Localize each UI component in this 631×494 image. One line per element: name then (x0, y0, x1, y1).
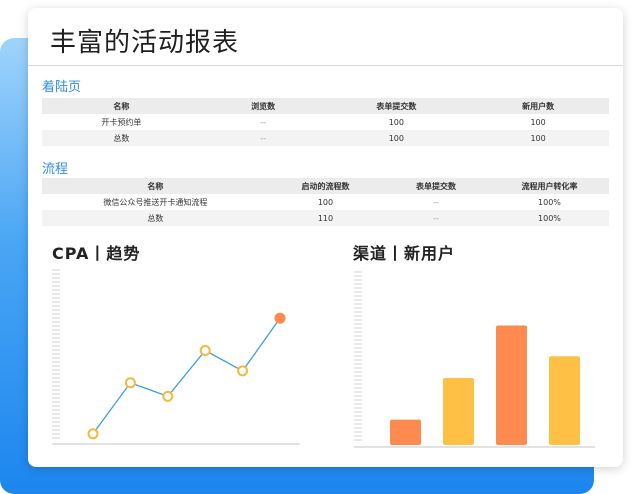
flow-table: 名称 启动的流程数 表单提交数 流程用户转化率 微信公众号推送开卡通知流程 10… (42, 178, 609, 226)
table-cell: -- (382, 210, 490, 226)
column-header: 启动的流程数 (268, 178, 383, 194)
table-cell: 微信公众号推送开卡通知流程 (103, 197, 208, 207)
table-cell: -- (260, 117, 266, 127)
channel-new-users-bar-chart (354, 271, 595, 448)
page-title: 丰富的活动报表 (50, 28, 240, 58)
table-header-row: 名称 浏览数 表单提交数 新用户数 (42, 98, 609, 114)
column-header: 名称 (42, 178, 269, 194)
column-header: 浏览数 (200, 98, 326, 114)
table-row: 开卡预约单 -- 100 100 (42, 114, 609, 130)
table-cell: 110 (268, 210, 383, 226)
table-row: 总数 110 -- 100% (42, 210, 609, 226)
data-point (199, 345, 211, 356)
title-divider (28, 65, 623, 66)
bar (549, 356, 580, 445)
bar (390, 419, 421, 445)
line-chart-title: CPA丨趋势 (52, 244, 141, 263)
column-header: 新用户数 (467, 98, 609, 114)
data-point (124, 377, 136, 389)
landing-section-label: 着陆页 (42, 80, 82, 95)
table-cell: 100% (489, 210, 609, 226)
flow-section-label: 流程 (42, 162, 69, 177)
table-cell: 100 (325, 130, 468, 146)
data-point (237, 365, 249, 377)
table-cell: 总数 (42, 130, 201, 146)
bar (496, 325, 527, 445)
table-cell: 100% (538, 197, 561, 207)
table-cell: 100 (467, 130, 609, 146)
data-point (87, 428, 99, 440)
data-point (274, 312, 286, 324)
column-header: 表单提交数 (382, 178, 490, 194)
table-cell: 100 (530, 117, 546, 127)
table-row: 总数 -- 100 100 (42, 130, 609, 146)
table-cell: 总数 (42, 210, 269, 226)
table-cell: 100 (388, 117, 404, 127)
landing-table: 名称 浏览数 表单提交数 新用户数 开卡预约单 -- 100 100 总数 --… (42, 98, 609, 146)
cpa-trend-line-chart (52, 269, 300, 445)
table-cell: -- (200, 130, 326, 146)
bar-chart-title: 渠道丨新用户 (353, 244, 456, 263)
report-card: 丰富的活动报表 着陆页 名称 浏览数 表单提交数 新用户数 开卡预约单 -- 1… (28, 8, 623, 467)
table-cell: -- (433, 197, 439, 207)
column-header: 表单提交数 (325, 98, 468, 114)
table-header-row: 名称 启动的流程数 表单提交数 流程用户转化率 (42, 178, 609, 194)
column-header: 流程用户转化率 (489, 178, 609, 194)
data-point (162, 390, 174, 402)
bar (443, 378, 474, 445)
table-cell: 开卡预约单 (101, 117, 142, 127)
table-row: 微信公众号推送开卡通知流程 100 -- 100% (42, 194, 609, 210)
column-header: 名称 (42, 98, 201, 114)
table-cell: 100 (317, 197, 334, 207)
series-line (92, 317, 281, 435)
